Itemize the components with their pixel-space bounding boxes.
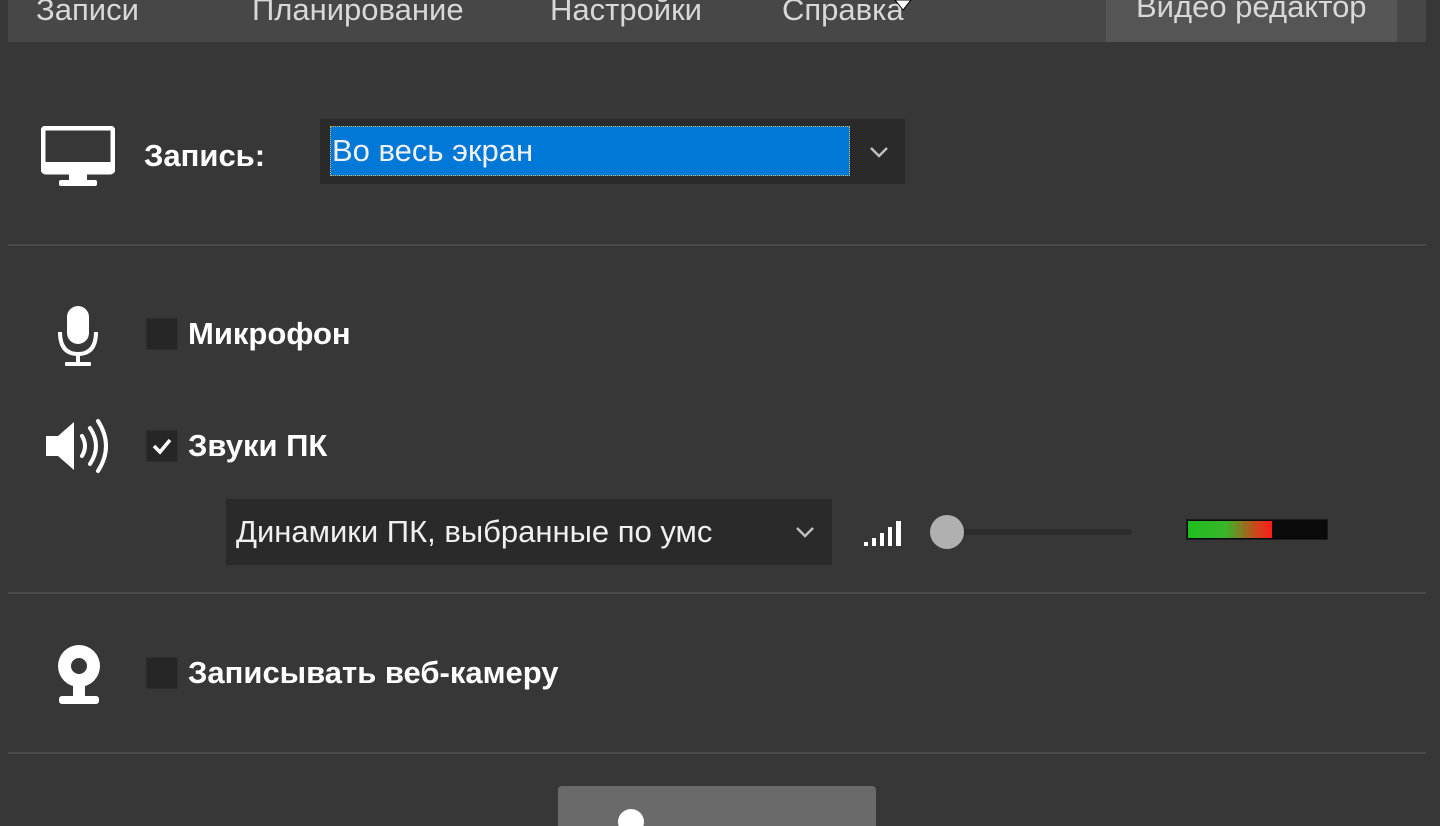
monitor-icon xyxy=(41,126,115,186)
divider xyxy=(8,244,1426,246)
webcam-checkbox[interactable] xyxy=(146,657,178,689)
volume-slider-thumb[interactable] xyxy=(930,515,964,549)
volume-level-icon xyxy=(864,521,901,546)
microphone-checkbox[interactable] xyxy=(146,318,178,350)
chevron-down-icon xyxy=(796,527,814,538)
menu-bar: Записи Планирование Настройки Справка Ви… xyxy=(8,0,1426,42)
record-mode-value: Во весь экран xyxy=(330,126,850,176)
chevron-down-icon xyxy=(870,147,888,158)
record-label: Запись: xyxy=(144,138,266,173)
audio-device-value: Динамики ПК, выбранные по умс xyxy=(236,514,713,549)
menu-item-help[interactable]: Справка xyxy=(782,0,904,30)
menu-item-scheduling[interactable]: Планирование xyxy=(252,0,464,30)
audio-device-select[interactable]: Динамики ПК, выбранные по умс xyxy=(226,499,832,565)
menu-item-settings[interactable]: Настройки xyxy=(550,0,702,30)
webcam-label: Записывать веб-камеру xyxy=(188,655,559,690)
menu-item-recordings[interactable]: Записи xyxy=(36,0,139,30)
pc-sounds-checkbox[interactable] xyxy=(146,430,178,462)
microphone-icon xyxy=(58,306,98,366)
start-recording-button[interactable] xyxy=(558,786,876,826)
pc-sounds-label: Звуки ПК xyxy=(188,428,328,463)
audio-level-fill xyxy=(1188,521,1272,538)
record-icon xyxy=(618,809,644,826)
checkmark-icon xyxy=(152,438,172,455)
divider xyxy=(8,592,1426,594)
volume-slider-track[interactable] xyxy=(946,529,1132,535)
speaker-icon xyxy=(46,419,108,473)
record-mode-select[interactable]: Во весь экран xyxy=(320,119,905,184)
mouse-cursor-icon xyxy=(894,0,912,11)
menu-item-video-editor[interactable]: Видео редактор xyxy=(1106,0,1397,42)
divider xyxy=(8,752,1426,754)
microphone-label: Микрофон xyxy=(188,316,351,351)
webcam-icon xyxy=(58,645,100,704)
